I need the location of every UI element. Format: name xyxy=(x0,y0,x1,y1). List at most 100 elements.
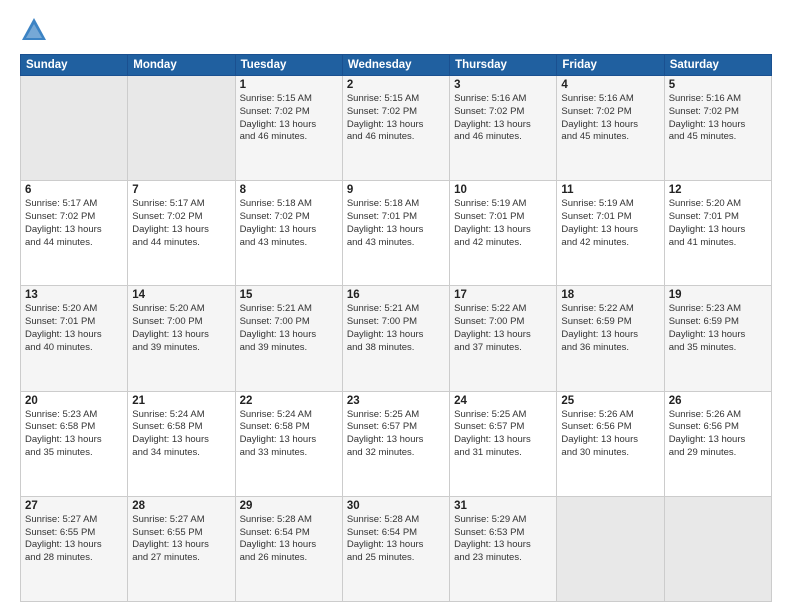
calendar-cell: 15 Sunrise: 5:21 AM Sunset: 7:00 PM Dayli… xyxy=(235,286,342,391)
week-row-1: 1Sunrise: 5:15 AM Sunset: 7:02 PM Daylig… xyxy=(21,76,772,181)
calendar-cell: 24Sunrise: 5:25 AM Sunset: 6:57 PM Dayli… xyxy=(450,391,557,496)
calendar-cell: 5 Sunrise: 5:16 AM Sunset: 7:02 PM Daylig… xyxy=(664,76,771,181)
day-info: Sunrise: 5:16 AM Sunset: 7:02 PM Dayligh… xyxy=(669,93,767,144)
day-info: Sunrise: 5:21 AM Sunset: 7:00 PM Dayligh… xyxy=(347,303,445,354)
day-info: Sunrise: 5:18 AM Sunset: 7:02 PM Dayligh… xyxy=(240,198,338,249)
day-info: Sunrise: 5:28 AM Sunset: 6:54 PM Dayligh… xyxy=(240,514,338,565)
calendar-cell: 3Sunrise: 5:16 AM Sunset: 7:02 PM Daylig… xyxy=(450,76,557,181)
weekday-header-sunday: Sunday xyxy=(21,55,128,76)
day-info: Sunrise: 5:19 AM Sunset: 7:01 PM Dayligh… xyxy=(454,198,552,249)
day-info: Sunrise: 5:20 AM Sunset: 7:00 PM Dayligh… xyxy=(132,303,230,354)
day-number: 21 xyxy=(132,395,230,407)
header xyxy=(20,16,772,44)
day-number: 17 xyxy=(454,289,552,301)
day-info: Sunrise: 5:15 AM Sunset: 7:02 PM Dayligh… xyxy=(240,93,338,144)
calendar-cell xyxy=(128,76,235,181)
day-number: 16 xyxy=(347,289,445,301)
calendar-cell xyxy=(557,496,664,601)
calendar-cell: 10 Sunrise: 5:19 AM Sunset: 7:01 PM Dayli… xyxy=(450,181,557,286)
calendar-cell: 13 Sunrise: 5:20 AM Sunset: 7:01 PM Dayli… xyxy=(21,286,128,391)
weekday-header-row: SundayMondayTuesdayWednesdayThursdayFrid… xyxy=(21,55,772,76)
day-info: Sunrise: 5:21 AM Sunset: 7:00 PM Dayligh… xyxy=(240,303,338,354)
calendar-cell: 27 Sunrise: 5:27 AM Sunset: 6:55 PM Dayli… xyxy=(21,496,128,601)
day-info: Sunrise: 5:25 AM Sunset: 6:57 PM Dayligh… xyxy=(454,409,552,460)
day-info: Sunrise: 5:24 AM Sunset: 6:58 PM Dayligh… xyxy=(240,409,338,460)
day-number: 11 xyxy=(561,184,659,196)
day-number: 27 xyxy=(25,500,123,512)
day-number: 30 xyxy=(347,500,445,512)
day-number: 10 xyxy=(454,184,552,196)
calendar-cell: 18 Sunrise: 5:22 AM Sunset: 6:59 PM Dayli… xyxy=(557,286,664,391)
day-info: Sunrise: 5:15 AM Sunset: 7:02 PM Dayligh… xyxy=(347,93,445,144)
day-info: Sunrise: 5:20 AM Sunset: 7:01 PM Dayligh… xyxy=(25,303,123,354)
day-number: 26 xyxy=(669,395,767,407)
calendar-cell: 30 Sunrise: 5:28 AM Sunset: 6:54 PM Dayli… xyxy=(342,496,449,601)
calendar-cell: 29 Sunrise: 5:28 AM Sunset: 6:54 PM Dayli… xyxy=(235,496,342,601)
week-row-3: 13 Sunrise: 5:20 AM Sunset: 7:01 PM Dayli… xyxy=(21,286,772,391)
day-info: Sunrise: 5:27 AM Sunset: 6:55 PM Dayligh… xyxy=(132,514,230,565)
weekday-header-wednesday: Wednesday xyxy=(342,55,449,76)
day-number: 4 xyxy=(561,79,659,91)
calendar-cell: 16 Sunrise: 5:21 AM Sunset: 7:00 PM Dayli… xyxy=(342,286,449,391)
day-info: Sunrise: 5:22 AM Sunset: 6:59 PM Dayligh… xyxy=(561,303,659,354)
day-info: Sunrise: 5:26 AM Sunset: 6:56 PM Dayligh… xyxy=(561,409,659,460)
day-info: Sunrise: 5:23 AM Sunset: 6:59 PM Dayligh… xyxy=(669,303,767,354)
calendar-cell xyxy=(21,76,128,181)
day-info: Sunrise: 5:25 AM Sunset: 6:57 PM Dayligh… xyxy=(347,409,445,460)
calendar-cell: 4 Sunrise: 5:16 AM Sunset: 7:02 PM Daylig… xyxy=(557,76,664,181)
day-number: 31 xyxy=(454,500,552,512)
day-info: Sunrise: 5:16 AM Sunset: 7:02 PM Dayligh… xyxy=(561,93,659,144)
week-row-5: 27 Sunrise: 5:27 AM Sunset: 6:55 PM Dayli… xyxy=(21,496,772,601)
day-info: Sunrise: 5:18 AM Sunset: 7:01 PM Dayligh… xyxy=(347,198,445,249)
day-number: 15 xyxy=(240,289,338,301)
day-number: 5 xyxy=(669,79,767,91)
day-info: Sunrise: 5:28 AM Sunset: 6:54 PM Dayligh… xyxy=(347,514,445,565)
day-info: Sunrise: 5:17 AM Sunset: 7:02 PM Dayligh… xyxy=(132,198,230,249)
calendar-cell: 6 Sunrise: 5:17 AM Sunset: 7:02 PM Daylig… xyxy=(21,181,128,286)
day-number: 13 xyxy=(25,289,123,301)
day-number: 8 xyxy=(240,184,338,196)
day-number: 7 xyxy=(132,184,230,196)
calendar-cell: 31 Sunrise: 5:29 AM Sunset: 6:53 PM Dayli… xyxy=(450,496,557,601)
day-number: 20 xyxy=(25,395,123,407)
day-info: Sunrise: 5:26 AM Sunset: 6:56 PM Dayligh… xyxy=(669,409,767,460)
day-info: Sunrise: 5:27 AM Sunset: 6:55 PM Dayligh… xyxy=(25,514,123,565)
weekday-header-monday: Monday xyxy=(128,55,235,76)
day-number: 28 xyxy=(132,500,230,512)
day-number: 6 xyxy=(25,184,123,196)
weekday-header-saturday: Saturday xyxy=(664,55,771,76)
day-info: Sunrise: 5:19 AM Sunset: 7:01 PM Dayligh… xyxy=(561,198,659,249)
calendar-cell: 17 Sunrise: 5:22 AM Sunset: 7:00 PM Dayli… xyxy=(450,286,557,391)
calendar-cell: 21 Sunrise: 5:24 AM Sunset: 6:58 PM Dayli… xyxy=(128,391,235,496)
day-number: 18 xyxy=(561,289,659,301)
day-number: 23 xyxy=(347,395,445,407)
calendar-cell: 22 Sunrise: 5:24 AM Sunset: 6:58 PM Dayli… xyxy=(235,391,342,496)
day-number: 12 xyxy=(669,184,767,196)
week-row-2: 6 Sunrise: 5:17 AM Sunset: 7:02 PM Daylig… xyxy=(21,181,772,286)
day-info: Sunrise: 5:17 AM Sunset: 7:02 PM Dayligh… xyxy=(25,198,123,249)
weekday-header-friday: Friday xyxy=(557,55,664,76)
day-number: 22 xyxy=(240,395,338,407)
calendar-cell: 1Sunrise: 5:15 AM Sunset: 7:02 PM Daylig… xyxy=(235,76,342,181)
calendar-cell: 14Sunrise: 5:20 AM Sunset: 7:00 PM Dayli… xyxy=(128,286,235,391)
day-info: Sunrise: 5:22 AM Sunset: 7:00 PM Dayligh… xyxy=(454,303,552,354)
day-number: 19 xyxy=(669,289,767,301)
day-info: Sunrise: 5:29 AM Sunset: 6:53 PM Dayligh… xyxy=(454,514,552,565)
day-number: 25 xyxy=(561,395,659,407)
day-info: Sunrise: 5:24 AM Sunset: 6:58 PM Dayligh… xyxy=(132,409,230,460)
calendar-cell: 2Sunrise: 5:15 AM Sunset: 7:02 PM Daylig… xyxy=(342,76,449,181)
calendar-cell: 7 Sunrise: 5:17 AM Sunset: 7:02 PM Daylig… xyxy=(128,181,235,286)
calendar-cell: 11 Sunrise: 5:19 AM Sunset: 7:01 PM Dayli… xyxy=(557,181,664,286)
day-number: 9 xyxy=(347,184,445,196)
page: SundayMondayTuesdayWednesdayThursdayFrid… xyxy=(0,0,792,612)
calendar-cell: 26 Sunrise: 5:26 AM Sunset: 6:56 PM Dayli… xyxy=(664,391,771,496)
weekday-header-thursday: Thursday xyxy=(450,55,557,76)
logo xyxy=(20,16,52,44)
calendar-cell: 9 Sunrise: 5:18 AM Sunset: 7:01 PM Daylig… xyxy=(342,181,449,286)
week-row-4: 20Sunrise: 5:23 AM Sunset: 6:58 PM Dayli… xyxy=(21,391,772,496)
logo-icon xyxy=(20,16,48,44)
day-number: 29 xyxy=(240,500,338,512)
calendar-cell: 19 Sunrise: 5:23 AM Sunset: 6:59 PM Dayli… xyxy=(664,286,771,391)
calendar-cell: 23 Sunrise: 5:25 AM Sunset: 6:57 PM Dayli… xyxy=(342,391,449,496)
weekday-header-tuesday: Tuesday xyxy=(235,55,342,76)
